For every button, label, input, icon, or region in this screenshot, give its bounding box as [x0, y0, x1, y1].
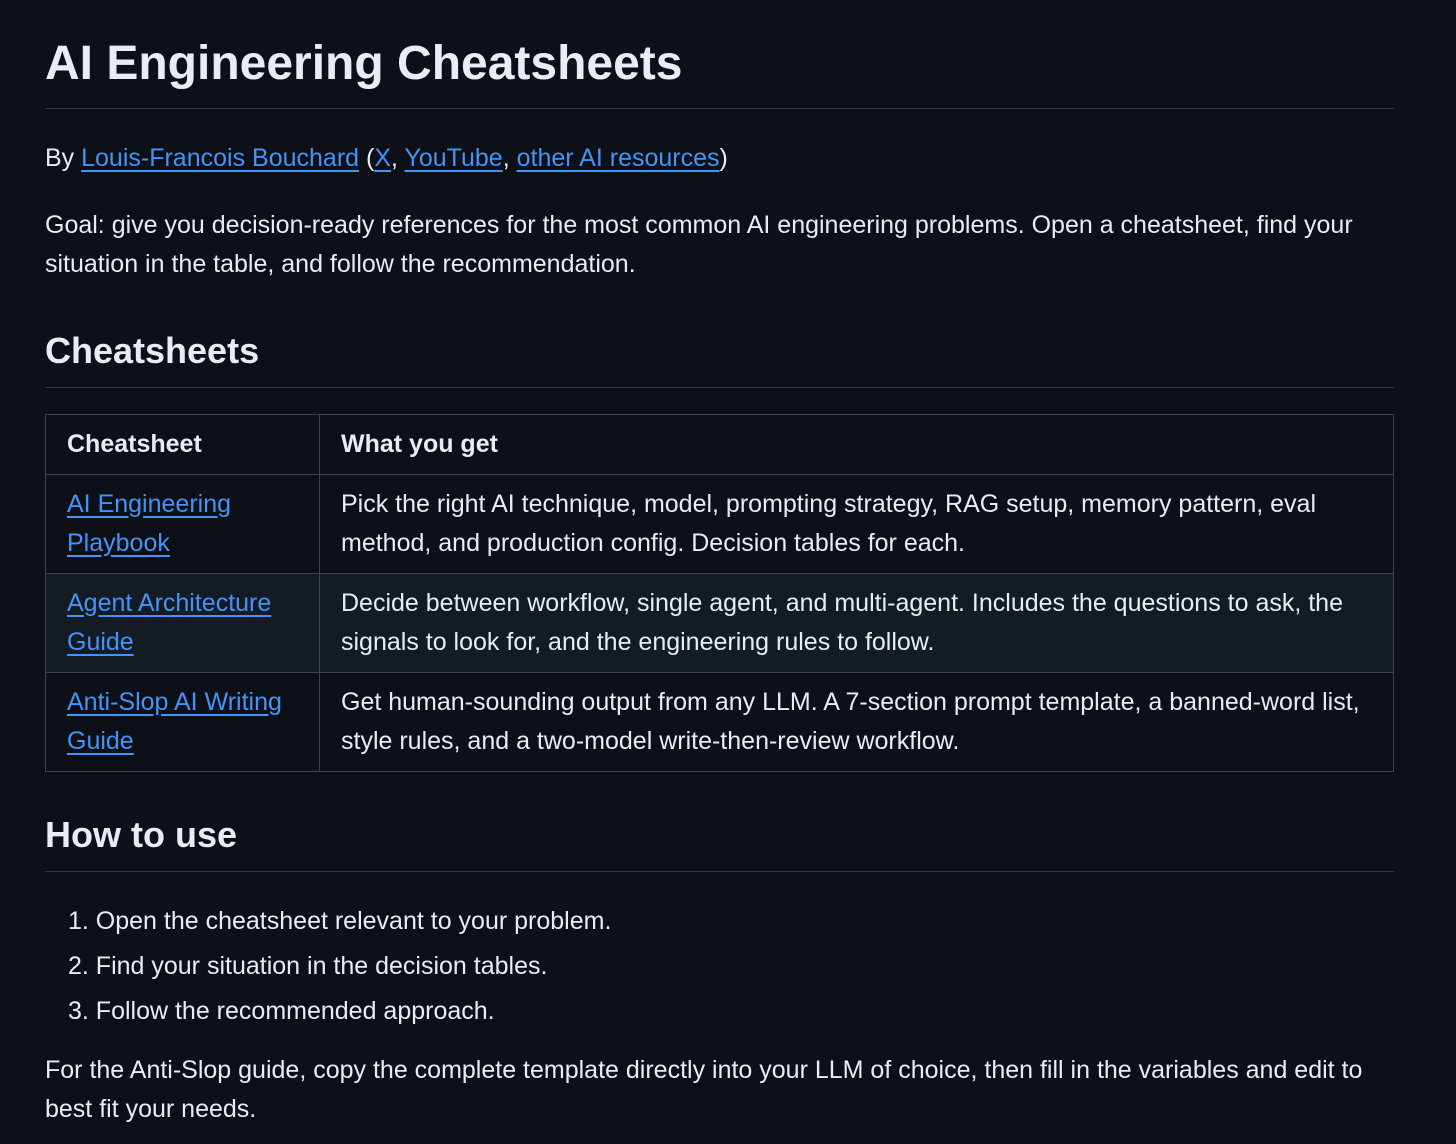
- cheatsheet-cell: AI Engineering Playbook: [45, 473, 320, 574]
- x-link[interactable]: X: [374, 144, 391, 172]
- steps-list: 1. Open the cheatsheet relevant to your …: [45, 902, 1394, 1031]
- table-row: Agent Architecture Guide Decide between …: [45, 572, 1394, 673]
- agent-guide-link[interactable]: Agent Architecture Guide: [67, 589, 271, 656]
- table-row: AI Engineering Playbook Pick the right A…: [45, 473, 1394, 574]
- table-row: Anti-Slop AI Writing Guide Get human-sou…: [45, 671, 1394, 772]
- byline-sep: ,: [502, 144, 517, 172]
- youtube-link[interactable]: YouTube: [404, 144, 502, 172]
- page-title: AI Engineering Cheatsheets: [45, 0, 1394, 109]
- column-header-cheatsheet: Cheatsheet: [45, 413, 320, 475]
- resources-link[interactable]: other AI resources: [517, 144, 720, 172]
- cheatsheets-table: Cheatsheet What you get AI Engineering P…: [45, 413, 1394, 772]
- byline: By Louis-Francois Bouchard (X, YouTube, …: [45, 140, 1394, 178]
- cheatsheet-cell: Anti-Slop AI Writing Guide: [45, 671, 320, 772]
- cheatsheets-heading: Cheatsheets: [45, 328, 1394, 388]
- author-link[interactable]: Louis-Francois Bouchard: [81, 144, 359, 172]
- list-item: 2. Find your situation in the decision t…: [68, 951, 548, 980]
- byline-close-paren: ): [719, 144, 728, 172]
- cheatsheet-cell: Agent Architecture Guide: [45, 572, 320, 673]
- description-cell: Pick the right AI technique, model, prom…: [319, 473, 1394, 574]
- byline-prefix: By: [45, 144, 82, 172]
- byline-open-paren: (: [359, 144, 375, 172]
- list-item: 3. Follow the recommended approach.: [68, 996, 495, 1025]
- goal-paragraph: Goal: give you decision-ready references…: [45, 210, 1353, 278]
- table-header-row: Cheatsheet What you get: [45, 413, 1394, 475]
- how-to-use-heading: How to use: [45, 812, 1394, 872]
- list-item: 1. Open the cheatsheet relevant to your …: [68, 906, 612, 935]
- description-cell: Get human-sounding output from any LLM. …: [319, 671, 1394, 772]
- description-cell: Decide between workflow, single agent, a…: [319, 572, 1394, 673]
- anti-slop-note: For the Anti-Slop guide, copy the comple…: [45, 1055, 1363, 1123]
- readme-page: AI Engineering Cheatsheets By Louis-Fran…: [0, 0, 1456, 1129]
- anti-slop-guide-link[interactable]: Anti-Slop AI Writing Guide: [67, 688, 282, 755]
- playbook-link[interactable]: AI Engineering Playbook: [67, 490, 231, 557]
- column-header-what-you-get: What you get: [319, 413, 1394, 475]
- byline-sep: ,: [391, 144, 405, 172]
